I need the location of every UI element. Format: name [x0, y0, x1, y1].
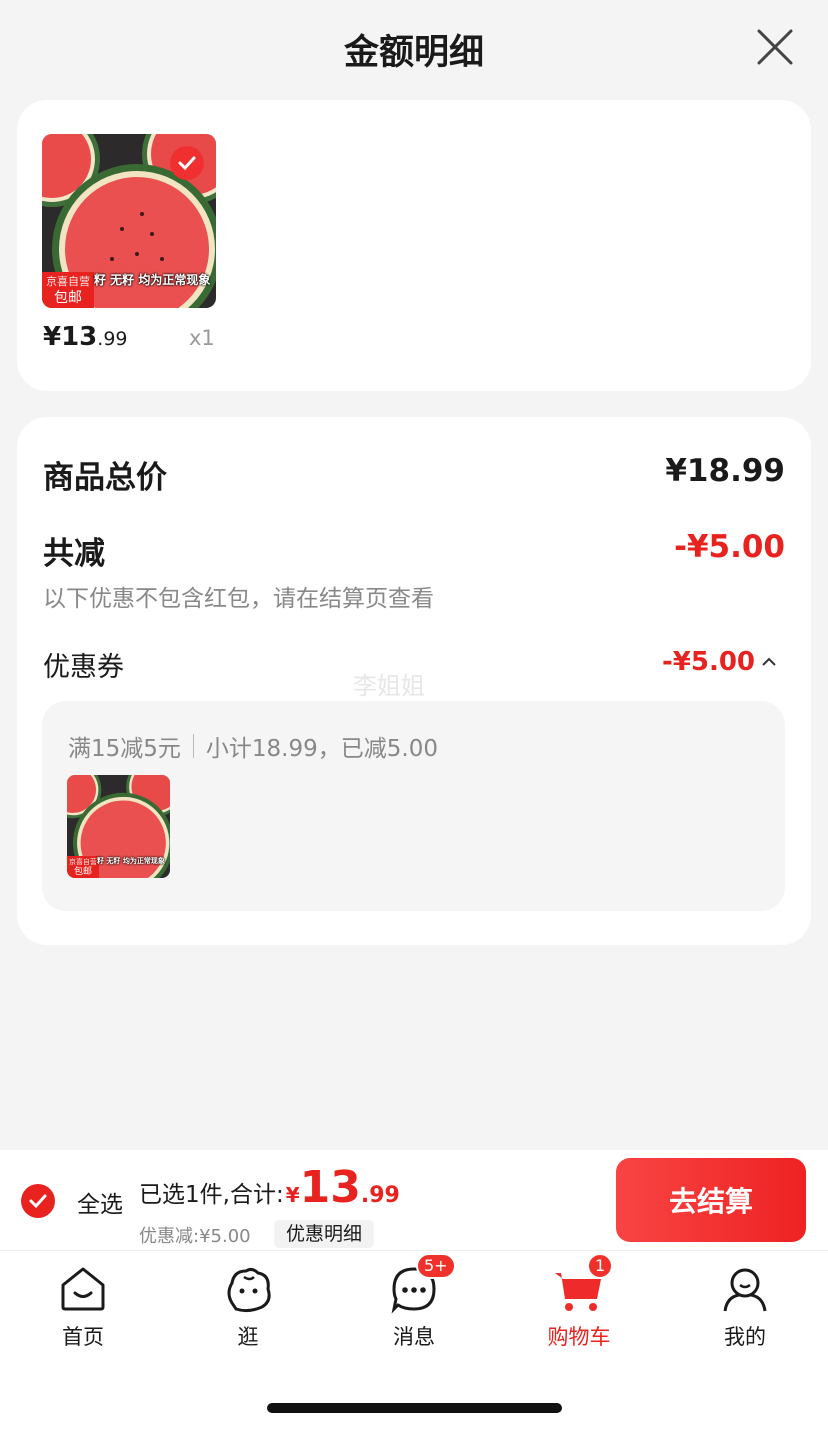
checkout-button[interactable]: 去结算: [616, 1158, 806, 1242]
selected-check-icon: [170, 146, 204, 180]
tab-messages-label: 消息: [393, 1325, 435, 1349]
image-tag-line1: 京喜自营: [69, 858, 97, 866]
tab-browse-label: 逛: [237, 1325, 259, 1349]
summary-card: 商品总价 ¥18.99 共减 -¥5.00 以下优惠不包含红包，请在结算页查看 …: [17, 417, 811, 945]
image-tag: 京喜自营 包邮: [67, 856, 99, 878]
total-label: 商品总价: [43, 460, 167, 496]
message-badge: 5+: [416, 1253, 456, 1279]
image-tag-line2: 包邮: [54, 290, 82, 306]
reduce-label: 共减: [43, 536, 105, 572]
message-icon: 5+: [388, 1253, 456, 1315]
tab-home[interactable]: 首页: [23, 1263, 143, 1351]
watermark: 李姐姐: [353, 672, 425, 700]
coupon-value-toggle[interactable]: -¥5.00: [662, 647, 777, 677]
tab-messages[interactable]: 5+ 消息: [354, 1253, 474, 1351]
item-price-int: ¥13: [43, 322, 98, 352]
checkout-bar: 全选 已选1件,合计: ¥ 13 .99 优惠减:¥5.00 优惠明细 去结算: [0, 1150, 828, 1250]
product-image[interactable]: 京喜自营 包邮 籽 无籽 均为正常现象: [42, 134, 216, 308]
reduce-value: -¥5.00: [674, 529, 785, 565]
browse-icon: [222, 1263, 274, 1315]
tab-cart[interactable]: 1 购物车: [519, 1253, 639, 1351]
select-all-label[interactable]: 全选: [77, 1185, 123, 1219]
tab-browse[interactable]: 逛: [188, 1263, 308, 1351]
sheet-header: 金额明细: [0, 0, 828, 100]
close-icon[interactable]: [756, 28, 794, 66]
image-tag-line2: 包邮: [73, 867, 92, 877]
image-caption: 籽 无籽 均为正常现象: [94, 273, 211, 287]
home-indicator: [267, 1403, 562, 1413]
item-price-dec: .99: [97, 328, 128, 350]
coupon-label: 优惠券: [43, 652, 124, 683]
item-quantity: x1: [189, 326, 215, 350]
coupon-detail: 小计18.99，已减5.00: [205, 736, 438, 762]
coupon-value: -¥5.00: [661, 647, 755, 677]
product-card: 京喜自营 包邮 籽 无籽 均为正常现象 ¥13.99 x1: [17, 100, 811, 391]
home-icon: [57, 1263, 109, 1315]
cart-badge: 1: [587, 1253, 614, 1279]
tab-profile-label: 我的: [724, 1325, 766, 1349]
selected-summary: 已选1件,合计: ¥ 13 .99: [139, 1162, 400, 1213]
image-tag-line1: 京喜自营: [46, 275, 90, 288]
reduce-note: 以下优惠不包含红包，请在结算页查看: [43, 586, 434, 612]
total-int: 13: [299, 1162, 361, 1213]
divider: [192, 734, 194, 758]
item-price: ¥13.99: [43, 322, 128, 352]
tab-profile[interactable]: 我的: [685, 1263, 805, 1351]
chevron-up-icon: [762, 657, 776, 666]
tab-cart-label: 购物车: [547, 1325, 611, 1349]
image-caption: 籽 无籽 均为正常现象: [97, 857, 165, 865]
page-title: 金额明细: [343, 33, 484, 73]
total-dec: .99: [360, 1183, 400, 1208]
total-currency: ¥: [285, 1183, 300, 1207]
coupon-rule: 满15减5元: [68, 736, 181, 762]
selected-text: 已选1件,合计:: [139, 1182, 284, 1208]
bottom-tabbar: 首页 逛 5+ 消息 1 购物车 我的: [0, 1250, 828, 1430]
coupon-product-image[interactable]: 京喜自营 包邮 籽 无籽 均为正常现象: [67, 775, 170, 878]
check-icon: [29, 1194, 47, 1209]
profile-icon: [719, 1263, 771, 1315]
tab-home-label: 首页: [62, 1325, 104, 1349]
total-value: ¥18.99: [665, 453, 785, 489]
cart-icon: 1: [553, 1253, 614, 1315]
coupon-description: 满15减5元 小计18.99，已减5.00: [68, 729, 438, 763]
discount-detail-button[interactable]: 优惠明细: [274, 1220, 375, 1248]
discount-text: 优惠减:¥5.00: [139, 1226, 251, 1247]
image-tag: 京喜自营 包邮: [42, 272, 94, 308]
select-all-checkbox[interactable]: [21, 1184, 55, 1218]
